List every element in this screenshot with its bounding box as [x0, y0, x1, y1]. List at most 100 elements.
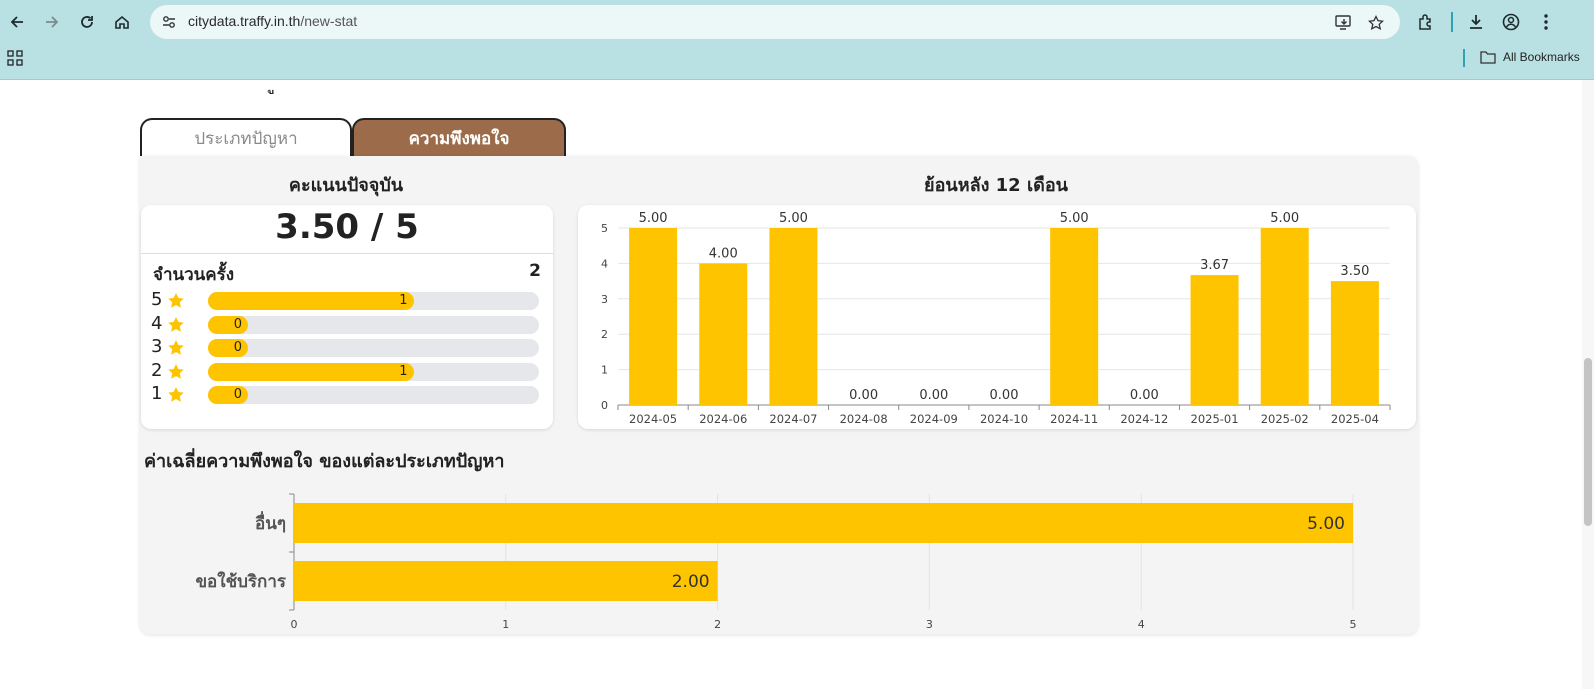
star-icon — [168, 387, 184, 402]
url-text: citydata.traffy.in.th/new-stat — [188, 13, 357, 29]
history-title: ย้อนหลัง 12 เดือน — [924, 175, 1068, 196]
history-bar-value: 0.00 — [990, 388, 1019, 403]
address-bar[interactable]: citydata.traffy.in.th/new-stat — [150, 5, 1400, 39]
count-value: 2 — [529, 261, 541, 281]
star-bar-fill: 0 — [208, 386, 248, 404]
star-icon — [168, 293, 184, 308]
history-bar-value: 3.50 — [1340, 264, 1369, 279]
current-score-card: 3.50 / 5 จำนวนครั้ง 2 5140302110 — [141, 205, 553, 429]
home-icon[interactable] — [108, 8, 136, 36]
y-tick-label: 4 — [601, 257, 608, 270]
star-bar-fill: 0 — [208, 315, 248, 334]
average-bar-chart: 0 1 2 3 4 5 5.00 อื่นๆ 2.00 ขอใช้บริการ — [195, 493, 1357, 631]
star-bar-count: 0 — [233, 340, 242, 355]
history-bar-value: 5.00 — [639, 211, 668, 226]
star-row-number: 4 — [151, 312, 163, 334]
x-tick-label: 2024-07 — [769, 412, 817, 426]
star-bar-track: 0 — [208, 339, 539, 357]
history-bar — [629, 228, 678, 405]
y-tick-label: 1 — [601, 364, 608, 377]
star-bar-fill: 1 — [208, 362, 414, 381]
x-tick-label: 2024-11 — [1050, 412, 1098, 426]
x-tick-label: 4 — [1138, 618, 1145, 631]
site-settings-icon[interactable] — [158, 11, 180, 33]
star-icon — [168, 316, 184, 332]
x-tick-label: 0 — [291, 618, 298, 631]
folder-icon — [1480, 51, 1496, 64]
star-row-4: 40 — [151, 312, 543, 335]
star-bar-count: 0 — [233, 387, 242, 402]
average-bar — [294, 561, 718, 601]
star-bar-count: 0 — [233, 316, 242, 332]
y-tick-label: 5 — [601, 222, 608, 235]
toolbar-divider — [1451, 12, 1453, 32]
scrollbar-thumb[interactable] — [1584, 358, 1592, 526]
tab-problem-type[interactable]: ประเภทปัญหา — [140, 118, 352, 156]
apps-grid-icon[interactable] — [7, 50, 23, 66]
extensions-icon[interactable] — [1412, 8, 1440, 36]
card-divider — [141, 253, 553, 254]
average-title: ค่าเฉลี่ยความพึงพอใจ ของแต่ละประเภทปัญหา — [144, 451, 505, 472]
history-bar — [1050, 228, 1099, 405]
star-row-3: 30 — [151, 336, 543, 358]
star-row-number: 3 — [151, 336, 163, 357]
x-tick-label: 2025-01 — [1191, 412, 1239, 426]
reload-icon[interactable] — [73, 8, 101, 36]
history-bar-value: 5.00 — [779, 211, 808, 226]
star-bar-track: 1 — [208, 292, 539, 310]
download-icon[interactable] — [1462, 8, 1490, 36]
star-bar-track: 0 — [208, 386, 539, 404]
star-bar-fill: 0 — [208, 339, 248, 357]
x-tick-label: 2024-08 — [840, 412, 888, 426]
history-bar-value: 5.00 — [1270, 211, 1299, 226]
back-icon[interactable] — [3, 8, 31, 36]
count-label: จำนวนครั้ง — [153, 265, 235, 285]
average-bar-value: 2.00 — [672, 572, 710, 592]
x-tick-label: 2024-10 — [980, 412, 1028, 426]
star-row-number: 1 — [151, 383, 163, 404]
y-tick-label: 3 — [601, 293, 608, 306]
bookmarks-divider — [1463, 49, 1465, 67]
star-bar-track: 1 — [208, 362, 539, 381]
average-bar — [294, 503, 1353, 543]
install-app-icon[interactable] — [1332, 11, 1356, 35]
history-chart-card: 0 1 2 3 4 5 5.00 2024-05 4.00 2024-06 5.00 2024-07 0… — [578, 205, 1416, 429]
x-tick-label: 2024-06 — [699, 412, 747, 426]
x-tick-label: 1 — [502, 618, 509, 631]
star-bar-fill: 1 — [208, 292, 414, 310]
history-bar-value: 0.00 — [1130, 388, 1159, 403]
tab-satisfaction[interactable]: ความพึงพอใจ — [352, 118, 566, 156]
history-bar — [1190, 275, 1239, 405]
star-row-5: 51 — [151, 289, 543, 311]
average-bar-value: 5.00 — [1307, 514, 1345, 534]
x-tick-label: 2 — [714, 618, 721, 631]
x-tick-label: 2025-04 — [1331, 412, 1379, 426]
tab-satisfaction-label: ความพึงพอใจ — [408, 128, 510, 149]
history-bar-value: 3.67 — [1200, 258, 1229, 273]
url-path: /new-stat — [300, 13, 358, 29]
x-tick-label: 5 — [1350, 618, 1357, 631]
star-row-number: 5 — [151, 289, 163, 310]
history-bar — [699, 263, 748, 405]
url-host: citydata.traffy.in.th — [188, 13, 301, 29]
star-bar-track: 0 — [208, 315, 539, 334]
all-bookmarks-button[interactable]: All Bookmarks — [1480, 50, 1580, 64]
star-icon — [168, 363, 184, 379]
menu-kebab-icon[interactable] — [1532, 8, 1560, 36]
star-row-1: 10 — [151, 383, 543, 405]
history-bar-chart: 0 1 2 3 4 5 5.00 2024-05 4.00 2024-06 5.00 2024-07 0… — [601, 211, 1391, 426]
category-label: ขอใช้บริการ — [195, 571, 286, 592]
y-tick-label: 2 — [601, 328, 608, 341]
tab-problem-type-label: ประเภทปัญหา — [194, 128, 298, 149]
forward-icon[interactable] — [38, 8, 66, 36]
history-bar-value: 0.00 — [919, 388, 948, 403]
scrollbar[interactable] — [1582, 80, 1594, 689]
satisfaction-panel: คะแนนปัจจุบัน ย้อนหลัง 12 เดือน 3.50 / 5… — [140, 156, 1418, 634]
profile-icon[interactable] — [1497, 8, 1525, 36]
score-value: 3.50 / 5 — [275, 207, 419, 247]
bookmark-star-icon[interactable] — [1364, 11, 1388, 35]
star-icon — [168, 340, 184, 355]
history-bar-value: 4.00 — [709, 246, 738, 261]
x-tick-label: 2025-02 — [1261, 412, 1309, 426]
history-bar — [1260, 228, 1309, 405]
